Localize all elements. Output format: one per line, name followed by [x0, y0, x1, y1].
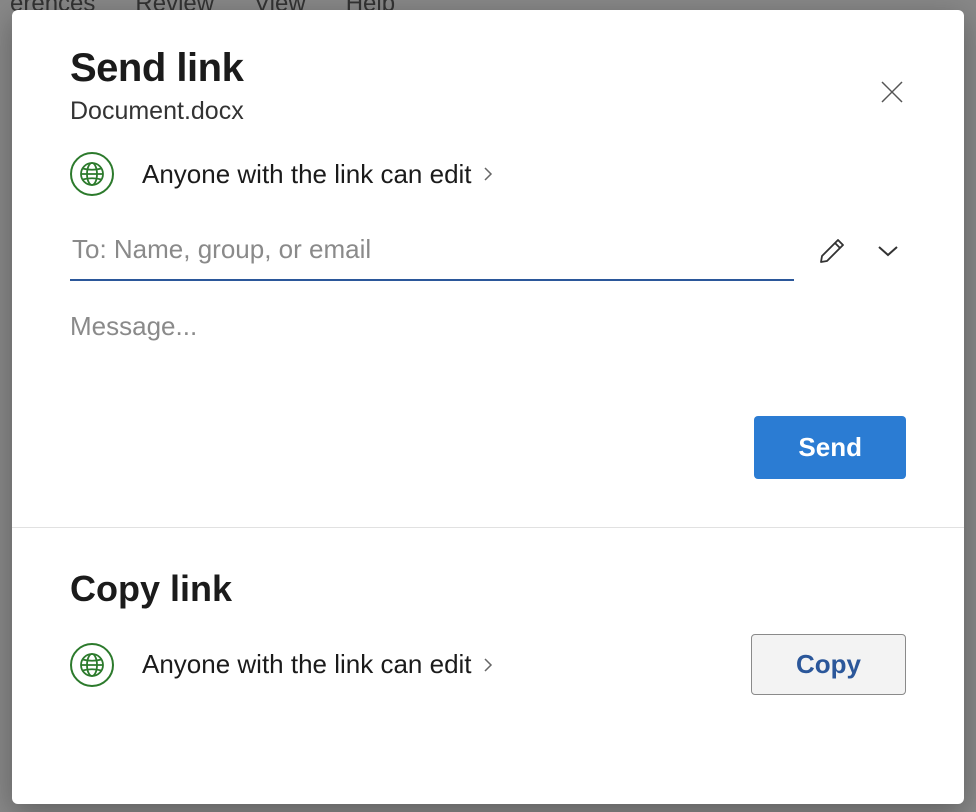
chevron-right-icon	[482, 656, 494, 674]
send-row: Send	[12, 416, 964, 527]
copy-button[interactable]: Copy	[751, 634, 906, 695]
copy-permission-label: Anyone with the link can edit	[142, 649, 494, 680]
permission-label: Anyone with the link can edit	[142, 159, 494, 190]
globe-icon	[70, 643, 114, 687]
copy-link-settings-button[interactable]: Anyone with the link can edit	[70, 643, 723, 687]
message-input[interactable]	[70, 311, 906, 401]
chevron-right-icon	[482, 165, 494, 183]
dialog-title: Send link	[70, 46, 906, 91]
close-icon	[878, 78, 906, 106]
globe-icon	[70, 152, 114, 196]
recipient-input[interactable]	[70, 220, 794, 281]
message-area	[12, 281, 964, 416]
document-name: Document.docx	[70, 97, 906, 126]
send-button[interactable]: Send	[754, 416, 906, 479]
copy-link-section: Copy link Anyone with the link can edit	[12, 528, 964, 731]
link-settings-button[interactable]: Anyone with the link can edit	[12, 140, 964, 220]
permission-dropdown-button[interactable]	[870, 233, 906, 269]
copy-link-row: Anyone with the link can edit Copy	[70, 634, 906, 695]
edit-permission-button[interactable]	[814, 233, 850, 269]
dialog-header: Send link Document.docx	[12, 10, 964, 140]
copy-link-title: Copy link	[70, 568, 906, 610]
chevron-down-icon	[876, 244, 900, 258]
close-button[interactable]	[872, 72, 912, 112]
pencil-icon	[817, 236, 847, 266]
recipient-row	[12, 220, 964, 281]
share-dialog: Send link Document.docx Anyone with the …	[12, 10, 964, 804]
